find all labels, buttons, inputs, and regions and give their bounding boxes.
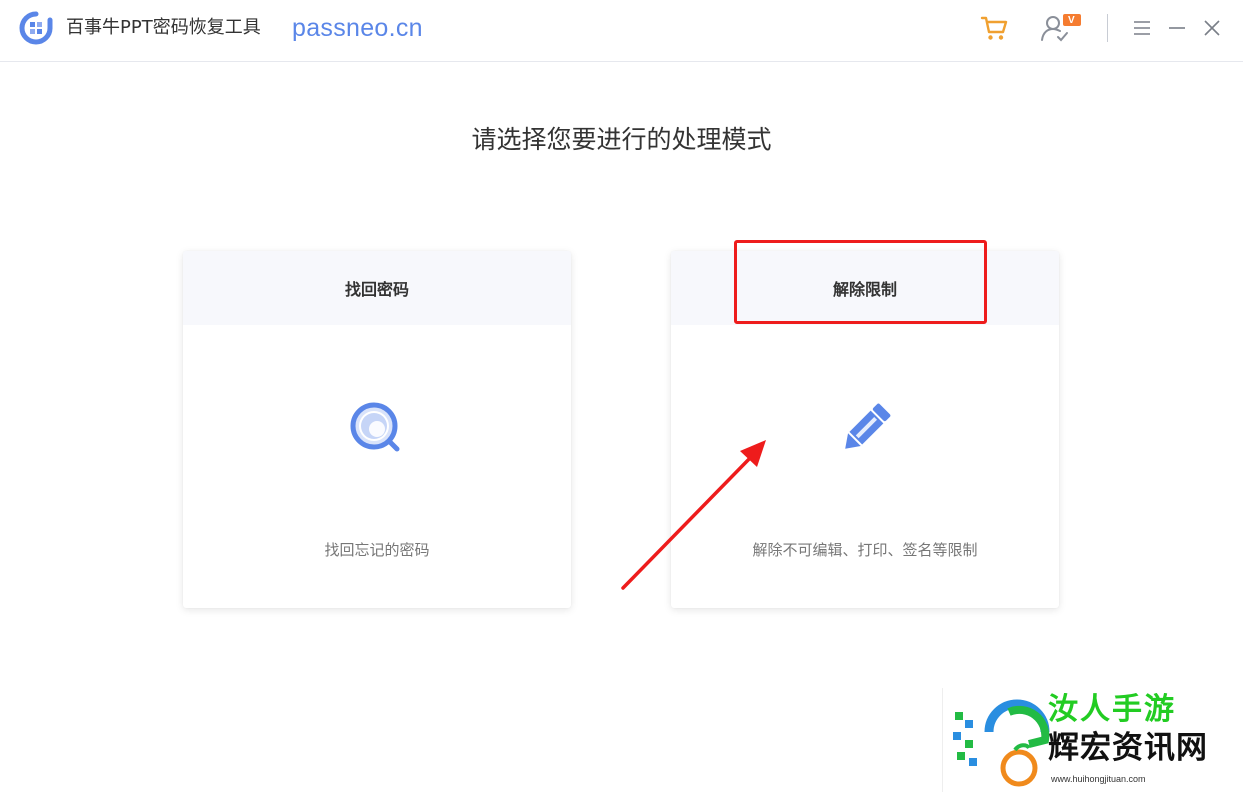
recover-password-card[interactable]: 找回密码 找回忘记的密码 (183, 251, 571, 608)
watermark-logo (953, 699, 1050, 787)
menu-icon (1134, 21, 1150, 35)
card-description: 解除不可编辑、打印、签名等限制 (752, 541, 978, 559)
app-logo-icon (19, 11, 53, 45)
watermark-line2: 辉宏资讯网 (1048, 730, 1208, 766)
page-heading: 请选择您要进行的处理模式 (471, 125, 772, 154)
user-vip-icon (1041, 14, 1081, 42)
search-magnifier-icon (347, 399, 407, 459)
card-title: 解除限制 (671, 251, 1059, 325)
close-button[interactable] (1196, 12, 1228, 44)
app-title: 百事牛PPT密码恢复工具 (66, 17, 261, 38)
titlebar-divider (1107, 14, 1108, 42)
app-domain-link[interactable]: passneo.cn (292, 12, 423, 44)
close-icon (1204, 20, 1220, 36)
card-description: 找回忘记的密码 (324, 541, 430, 559)
title-bar: 百事牛PPT密码恢复工具 passneo.cn V (0, 0, 1243, 62)
minimize-button[interactable] (1161, 12, 1193, 44)
watermark-line1: 汝人手游 (1048, 693, 1176, 723)
card-title: 找回密码 (183, 251, 571, 325)
minimize-icon (1169, 27, 1185, 29)
watermark-url: www.huihongjituan.com (1051, 774, 1146, 784)
cart-icon (980, 16, 1008, 40)
user-account-button[interactable]: V (1038, 12, 1086, 44)
vip-badge: V (1068, 15, 1075, 26)
cart-button[interactable] (978, 12, 1010, 44)
remove-restrictions-card[interactable]: 解除限制 解除不可编辑、打印、签名等限制 (671, 251, 1059, 608)
site-watermark: 汝人手游 辉宏资讯网 www.huihongjituan.com (942, 688, 1243, 792)
pencil-edit-icon (835, 399, 895, 459)
menu-button[interactable] (1126, 12, 1158, 44)
